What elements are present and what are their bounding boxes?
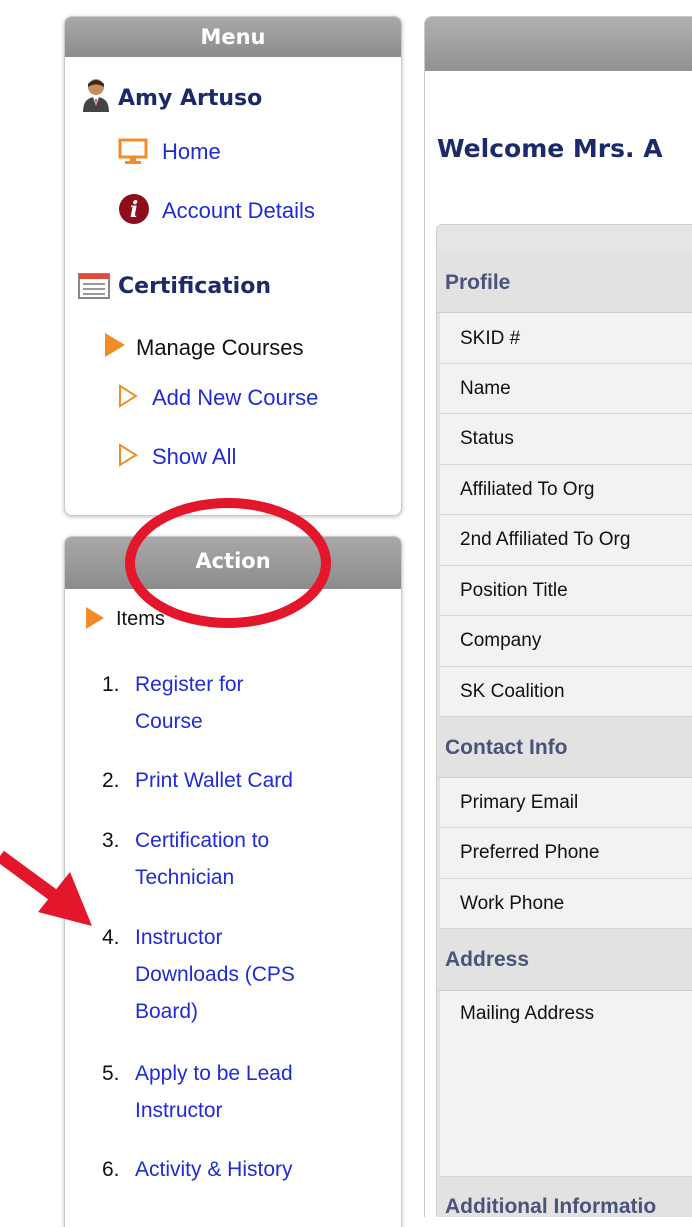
instructor-downloads-link[interactable]: Instructor Downloads (CPS Board)	[135, 919, 315, 1030]
profile-group-header: Profile	[437, 253, 692, 313]
add-new-course-link[interactable]: Add New Course	[152, 385, 318, 411]
row-label: SK Coalition	[460, 681, 565, 702]
additional-group-header: Additional Informatio	[437, 1177, 692, 1217]
row-label: Position Title	[460, 580, 568, 601]
row-label: Company	[460, 630, 542, 651]
action-panel-header: Action	[65, 537, 401, 589]
row-label: 2nd Affiliated To Org	[460, 529, 631, 550]
apply-lead-instructor-link[interactable]: Apply to be Lead Instructor	[135, 1055, 320, 1129]
list-item-number: 2.	[102, 769, 120, 792]
contact-group-header: Contact Info	[437, 717, 692, 778]
certification-section-title: Certification	[118, 274, 272, 299]
orange-arrow-icon	[104, 332, 126, 363]
user-avatar-icon	[81, 78, 111, 117]
list-item-number: 3.	[102, 829, 120, 852]
account-details-link[interactable]: Account Details	[162, 198, 315, 224]
row-label: Preferred Phone	[460, 842, 600, 863]
outline-arrow-icon	[118, 384, 138, 413]
list-item-number: 5.	[102, 1062, 120, 1085]
row-label: Work Phone	[460, 893, 565, 914]
address-group-header: Address	[437, 929, 692, 991]
row-label: Primary Email	[460, 792, 579, 813]
main-content-header	[425, 17, 692, 71]
register-for-course-link[interactable]: Register for Course	[135, 666, 285, 740]
print-wallet-card-link[interactable]: Print Wallet Card	[135, 762, 335, 799]
orange-arrow-icon	[85, 606, 105, 635]
user-name: Amy Artuso	[118, 86, 263, 111]
table-row: Primary Email	[437, 778, 692, 828]
calendar-icon	[78, 273, 110, 304]
table-row: Mailing Address	[437, 991, 692, 1177]
svg-text:i: i	[130, 197, 138, 223]
list-item-number: 1.	[102, 673, 120, 696]
activity-history-link[interactable]: Activity & History	[135, 1151, 335, 1188]
row-label: SKID #	[460, 328, 521, 349]
row-label: Status	[460, 428, 514, 449]
profile-table-header	[437, 225, 692, 254]
table-row: Status	[437, 414, 692, 465]
outline-arrow-icon	[118, 443, 138, 472]
table-row: SK Coalition	[437, 667, 692, 717]
list-item-number: 6.	[102, 1158, 120, 1181]
welcome-heading: Welcome Mrs. A	[437, 134, 663, 163]
menu-panel-header: Menu	[65, 17, 401, 57]
show-all-link[interactable]: Show All	[152, 444, 236, 470]
row-label: Affiliated To Org	[460, 479, 595, 500]
table-row: 2nd Affiliated To Org	[437, 515, 692, 566]
certification-to-technician-link[interactable]: Certification to Technician	[135, 822, 305, 896]
home-link[interactable]: Home	[162, 139, 221, 165]
table-row: Company	[437, 616, 692, 667]
table-row: Preferred Phone	[437, 828, 692, 879]
profile-table: Profile SKID # Name Status Affiliated To…	[436, 224, 692, 1217]
list-item-number: 4.	[102, 926, 120, 949]
table-row: SKID #	[437, 313, 692, 364]
items-label: Items	[116, 608, 165, 630]
table-row: Name	[437, 364, 692, 414]
info-icon: i	[118, 193, 150, 230]
table-row: Position Title	[437, 566, 692, 616]
table-row: Work Phone	[437, 879, 692, 929]
manage-courses-label: Manage Courses	[136, 335, 304, 360]
row-label: Mailing Address	[460, 1003, 595, 1024]
monitor-icon	[118, 138, 148, 171]
table-row: Affiliated To Org	[437, 465, 692, 515]
pointer-arrow-line	[0, 850, 64, 906]
row-label: Name	[460, 378, 511, 399]
